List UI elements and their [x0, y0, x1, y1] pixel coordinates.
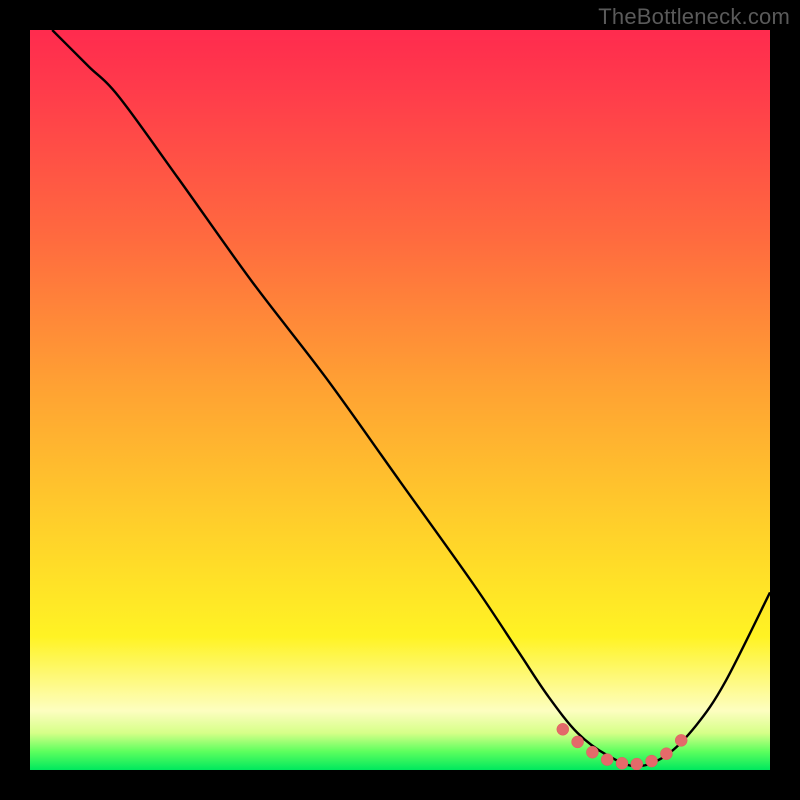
watermark-text: TheBottleneck.com	[598, 4, 790, 30]
highlight-dot	[660, 748, 672, 760]
bottleneck-curve-path	[52, 30, 770, 766]
chart-frame: TheBottleneck.com	[0, 0, 800, 800]
highlight-dot	[601, 754, 613, 766]
highlight-dot	[616, 757, 628, 769]
highlight-dot	[646, 755, 658, 767]
highlight-dot	[675, 734, 687, 746]
highlight-dot	[557, 723, 569, 735]
curve-svg	[30, 30, 770, 770]
highlight-dot	[572, 736, 584, 748]
plot-area	[30, 30, 770, 770]
highlight-dot	[586, 746, 598, 758]
highlight-dot	[631, 758, 643, 770]
